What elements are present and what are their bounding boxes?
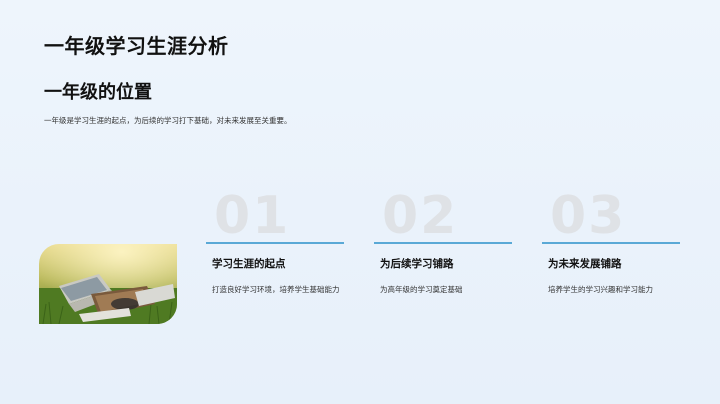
card-title: 为后续学习铺路 [380,258,454,270]
card-3: 03 为未来发展铺路 培养学生的学习兴趣和学习能力 [542,190,680,330]
card-title: 学习生涯的起点 [212,258,286,270]
card-divider [206,242,344,244]
section-title: 一年级的位置 [44,82,152,103]
grass-laptop-photo [39,244,177,324]
card-number: 01 [214,186,291,246]
card-number: 03 [550,186,627,246]
card-divider [374,242,512,244]
card-description: 为高年级的学习奠定基础 [380,285,463,294]
card-description: 打造良好学习环境，培养学生基础能力 [212,285,340,294]
card-title: 为未来发展铺路 [548,258,622,270]
photo-illustration [39,244,177,324]
card-description: 培养学生的学习兴趣和学习能力 [548,285,653,294]
card-1: 01 学习生涯的起点 打造良好学习环境，培养学生基础能力 [206,190,344,330]
section-description: 一年级是学习生涯的起点，为后续的学习打下基础，对未来发展至关重要。 [44,116,292,125]
slide-title: 一年级学习生涯分析 [44,34,229,58]
card-2: 02 为后续学习铺路 为高年级的学习奠定基础 [374,190,512,330]
card-divider [542,242,680,244]
card-number: 02 [382,186,459,246]
